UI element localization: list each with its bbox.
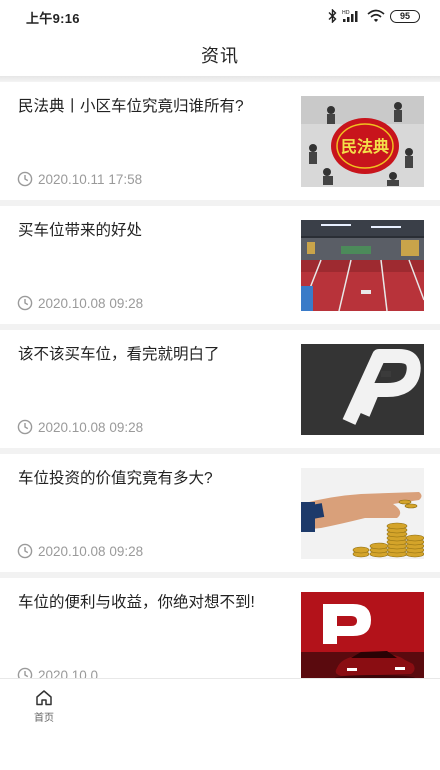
news-thumbnail <box>301 344 424 435</box>
tab-home[interactable]: 首页 <box>26 687 62 724</box>
tab-bar: 首页 <box>0 678 440 770</box>
news-title: 买车位带来的好处 <box>18 222 143 239</box>
news-time: 2020.10.08 09:28 <box>38 419 144 435</box>
wifi-icon <box>367 9 385 22</box>
news-time: 2020.10.11 17:58 <box>38 171 143 187</box>
news-title: 该不该买车位，看完就明白了 <box>18 346 220 363</box>
clock-icon <box>17 419 33 435</box>
news-time: 2020.10.08 09:28 <box>38 543 144 559</box>
news-item[interactable]: 车位投资的价值究竟有多大? 2020.10.08 09:28 <box>0 454 440 572</box>
bluetooth-icon <box>328 9 337 23</box>
news-time: 2020.10.08 09:28 <box>38 295 144 311</box>
title-bar: 资讯 <box>0 32 440 76</box>
clock-icon <box>17 667 33 678</box>
status-time: 上午9:16 <box>26 11 80 26</box>
news-item[interactable]: 买车位带来的好处 2020.10.08 09:28 <box>0 206 440 324</box>
news-thumbnail <box>301 592 424 678</box>
clock-icon <box>17 295 33 311</box>
news-meta: 2020.10.08 09:28 <box>17 418 143 436</box>
home-icon <box>36 690 52 706</box>
clock-icon <box>17 543 33 559</box>
tab-home-label: 首页 <box>34 713 54 724</box>
news-item[interactable]: 车位的便利与收益，你绝对想不到! 2020.10.0 <box>0 578 440 678</box>
news-item[interactable]: 该不该买车位，看完就明白了 2020.10.08 09:28 <box>0 330 440 448</box>
news-list[interactable]: 民法典丨小区车位究竟归谁所有? 2020.10.11 17:58 民法典 买车位… <box>0 82 440 678</box>
news-thumbnail: 民法典 <box>301 96 424 187</box>
clock-icon <box>17 171 33 187</box>
news-meta: 2020.10.08 09:28 <box>17 294 143 312</box>
page-title: 资讯 <box>201 46 239 66</box>
status-icons: HD 95 <box>328 8 420 24</box>
news-meta: 2020.10.08 09:28 <box>17 542 143 560</box>
news-meta: 2020.10.0 <box>17 666 98 678</box>
status-bar: 上午9:16 HD 95 <box>0 0 440 32</box>
signal-icon: HD <box>342 10 358 22</box>
thumb-label: 民法典 <box>341 137 389 156</box>
news-meta: 2020.10.11 17:58 <box>17 170 142 188</box>
news-title: 车位投资的价值究竟有多大? <box>18 470 213 487</box>
news-time: 2020.10.0 <box>38 667 99 679</box>
battery-indicator: 95 <box>390 9 420 23</box>
news-thumbnail <box>301 468 424 559</box>
news-thumbnail <box>301 220 424 311</box>
news-title: 车位的便利与收益，你绝对想不到! <box>18 594 255 611</box>
news-item[interactable]: 民法典丨小区车位究竟归谁所有? 2020.10.11 17:58 民法典 <box>0 82 440 200</box>
news-title: 民法典丨小区车位究竟归谁所有? <box>18 98 244 115</box>
svg-text:HD: HD <box>342 10 350 16</box>
